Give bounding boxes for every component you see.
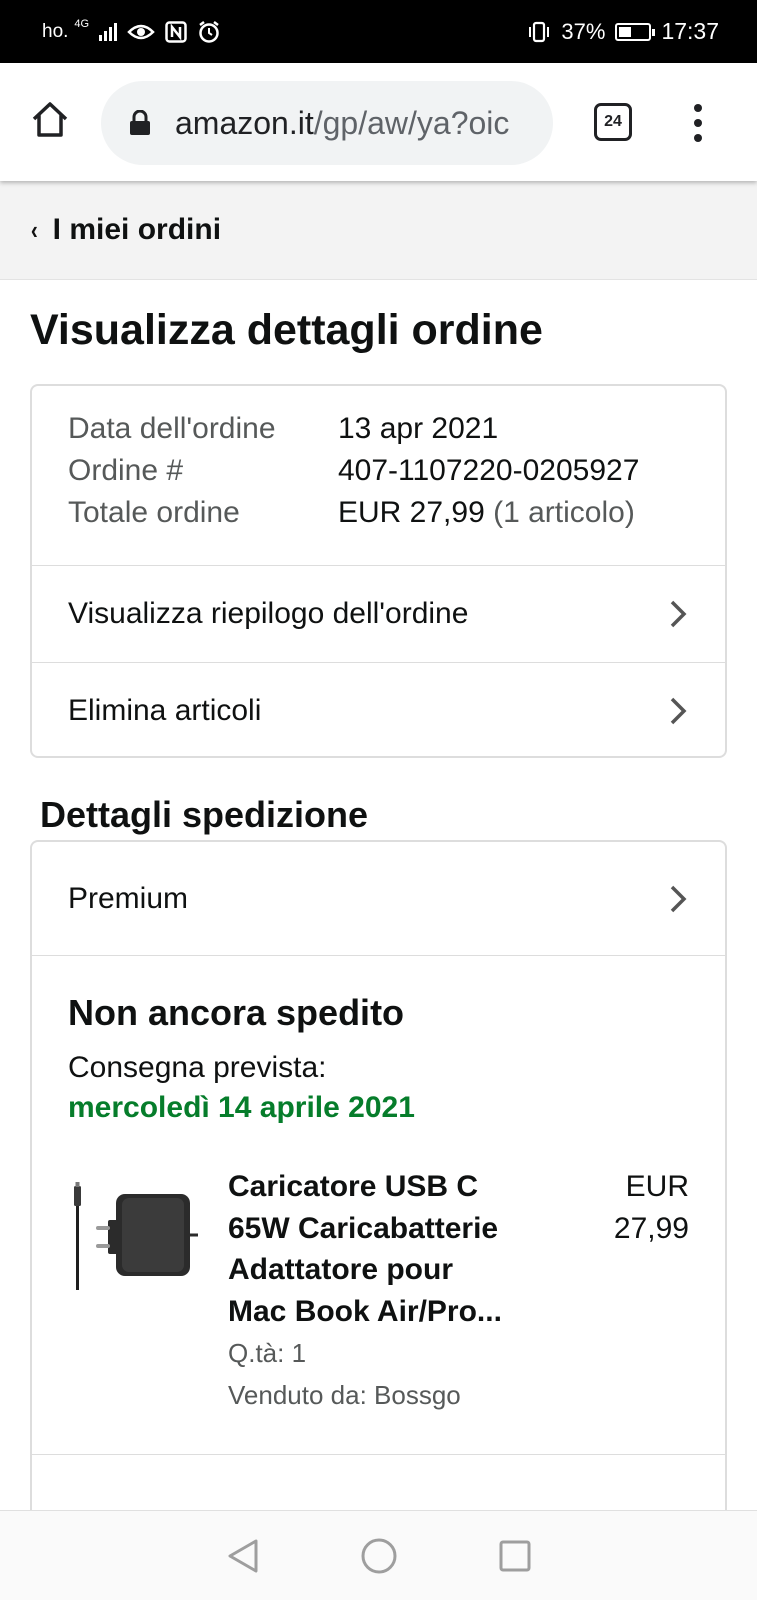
url-text: amazon.it/gp/aw/ya?oic: [175, 105, 509, 142]
price-value: 27,99: [613, 1211, 689, 1245]
order-total-row: Totale ordine EUR 27,99 (1 articolo): [68, 496, 725, 538]
product-price: EUR 27,99: [614, 1166, 689, 1249]
clock-time: 17:37: [661, 18, 719, 44]
shipment-status: Non ancora spedito Consegna prevista: me…: [32, 956, 725, 1436]
battery-percentage: 37%: [561, 18, 606, 44]
shipping-details-title: Dettagli spedizione: [40, 794, 369, 835]
signal-icon: [99, 22, 118, 41]
order-date-label: Data dell'ordine: [68, 412, 276, 445]
nfc-icon: [165, 20, 187, 43]
order-number-row: Ordine # 407-1107220-0205927: [68, 454, 725, 496]
carrier-label: ho.: [42, 20, 69, 42]
chevron-right-icon: [670, 697, 687, 724]
view-order-summary-label: Visualizza riepilogo dell'ordine: [68, 597, 469, 630]
order-number-value: 407-1107220-0205927: [338, 454, 640, 487]
price-currency: EUR: [625, 1170, 689, 1203]
overflow-menu-icon[interactable]: [686, 101, 710, 145]
lock-icon: [130, 110, 150, 135]
product-seller: Venduto da: Bossgo: [228, 1380, 461, 1410]
address-bar[interactable]: amazon.it/gp/aw/ya?oic: [101, 81, 553, 165]
eye-comfort-icon: [127, 24, 155, 39]
network-type-label: 4G: [74, 17, 90, 30]
tab-switcher-button[interactable]: 24: [594, 103, 632, 141]
order-total-value: EUR 27,99 (1 articolo): [338, 496, 635, 538]
card-divider: [32, 1454, 725, 1455]
order-total-label: Totale ordine: [68, 496, 240, 529]
status-left: ho. 4G: [42, 17, 221, 44]
order-date-row: Data dell'ordine 13 apr 2021: [68, 412, 725, 454]
system-navigation-bar: [0, 1510, 757, 1600]
browser-toolbar: amazon.it/gp/aw/ya?oic 24: [0, 63, 757, 181]
alarm-icon: [199, 20, 219, 43]
chevron-right-icon: [670, 885, 687, 912]
remove-items-label: Elimina articoli: [68, 693, 262, 727]
product-item[interactable]: Caricatore USB C 65W Caricabatterie Adat…: [68, 1166, 689, 1436]
vibrate-icon: [529, 21, 550, 42]
expected-delivery-label: Consegna prevista:: [68, 1051, 327, 1084]
recents-square-icon[interactable]: [498, 1539, 532, 1573]
url-host: amazon.it: [175, 104, 314, 141]
page-content: ‹ I miei ordini Visualizza dettagli ordi…: [0, 181, 757, 1510]
order-date-value: 13 apr 2021: [338, 412, 499, 445]
product-info: Caricatore USB C 65W Caricabatterie Adat…: [228, 1166, 558, 1436]
back-link-label: I miei ordini: [52, 213, 222, 246]
view-order-summary-link[interactable]: Visualizza riepilogo dell'ordine: [32, 566, 725, 662]
product-name-line: 65W Caricabatterie: [228, 1211, 499, 1245]
product-quantity: Q.tà: 1: [228, 1338, 307, 1368]
chevron-right-icon: [670, 600, 687, 628]
shipment-status-title: Non ancora spedito: [68, 992, 405, 1033]
battery-icon: [615, 22, 656, 41]
product-name-line: Caricatore USB C: [228, 1170, 479, 1203]
expected-delivery-date: mercoledì 14 aprile 2021: [68, 1091, 415, 1124]
chevron-left-icon: ‹: [30, 214, 38, 245]
usb-c-charger-image[interactable]: [72, 1182, 200, 1292]
back-triangle-icon[interactable]: [226, 1538, 260, 1574]
shipping-method-link[interactable]: Premium: [32, 842, 725, 956]
url-path: /gp/aw/ya?oic: [313, 104, 510, 141]
page-title: Visualizza dettagli ordine: [30, 306, 543, 354]
back-to-orders-link[interactable]: ‹ I miei ordini: [0, 181, 757, 280]
product-name-line: Mac Book Air/Pro...: [228, 1294, 502, 1328]
order-info: Data dell'ordine 13 apr 2021 Ordine # 40…: [32, 386, 725, 566]
product-name[interactable]: Caricatore USB C 65W Caricabatterie Adat…: [228, 1166, 558, 1332]
shipping-method-label: Premium: [68, 881, 189, 915]
order-total-amount: EUR 27,99: [338, 496, 485, 529]
home-icon[interactable]: [30, 100, 70, 140]
status-bar: ho. 4G 37% 17:37: [0, 0, 757, 63]
shipment-card: Premium Non ancora spedito Consegna prev…: [30, 840, 727, 1510]
order-number-label: Ordine #: [68, 454, 184, 487]
product-name-line: Adattatore pour: [228, 1253, 453, 1286]
status-right: 37% 17:37: [527, 18, 719, 45]
order-total-items: (1 articolo): [493, 496, 635, 529]
home-circle-icon[interactable]: [360, 1537, 398, 1575]
remove-items-link[interactable]: Elimina articoli: [32, 662, 725, 758]
order-summary-card: Data dell'ordine 13 apr 2021 Ordine # 40…: [30, 384, 727, 758]
